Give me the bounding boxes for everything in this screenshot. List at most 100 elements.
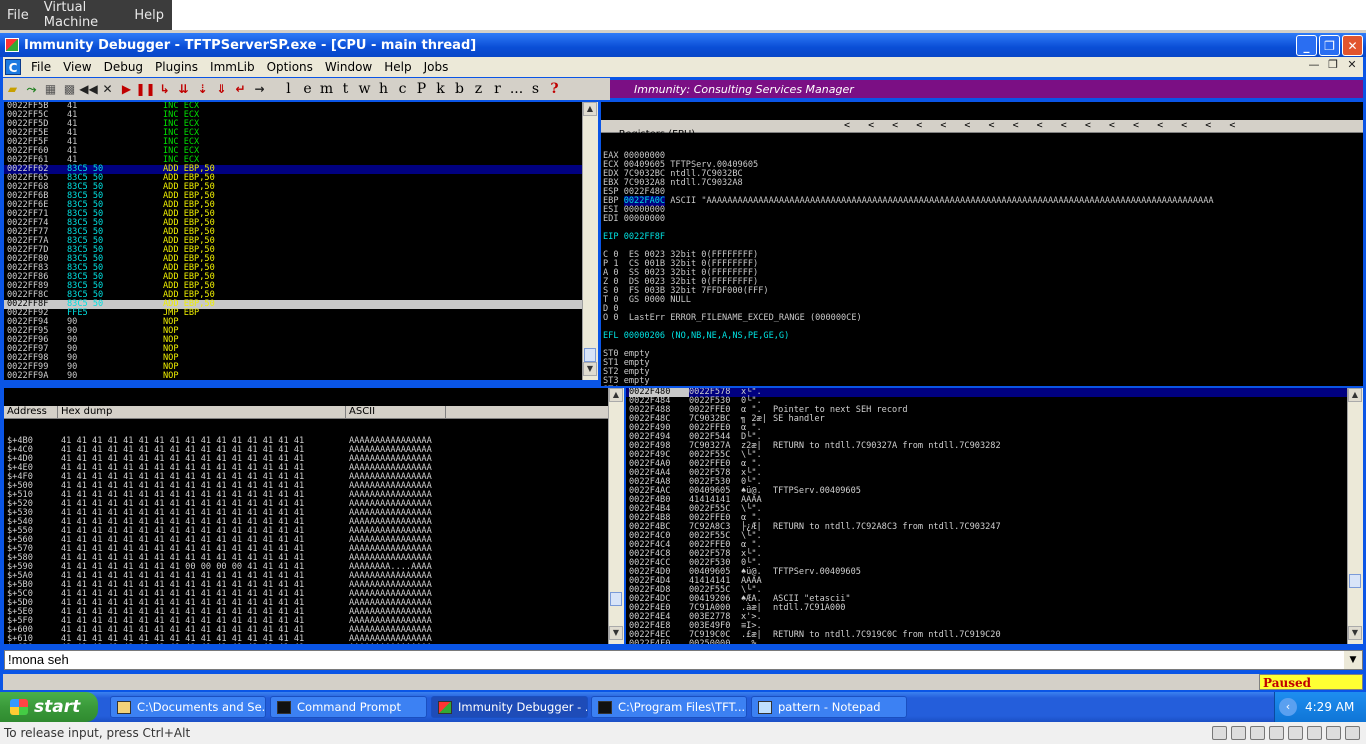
disasm-row[interactable]: 0022FF9A 90 NOP [4, 372, 582, 381]
close-process-icon[interactable]: ▦ [41, 80, 60, 98]
dump-col-ascii[interactable]: ASCII [346, 406, 446, 419]
disasm-row[interactable]: 0022FF5D 41 INC ECX [4, 120, 582, 129]
hdd-icon[interactable] [1212, 726, 1227, 740]
disasm-row[interactable]: 0022FF98 90 NOP [4, 354, 582, 363]
stack-row[interactable]: 0022F4B0 41414141 AAAA [626, 496, 1347, 505]
start-button[interactable]: start [0, 692, 98, 722]
disasm-row[interactable]: 0022FF92 FFE5 JMP EBP [4, 309, 582, 318]
maximize-button[interactable]: ❐ [1319, 35, 1340, 56]
message-icon[interactable] [1345, 726, 1360, 740]
task-notepad[interactable]: pattern - Notepad [751, 696, 907, 718]
cd-icon[interactable] [1231, 726, 1246, 740]
toolbar-letter-k[interactable]: k [431, 81, 450, 97]
menu-options[interactable]: Options [261, 60, 319, 74]
disasm-row[interactable]: 0022FF97 90 NOP [4, 345, 582, 354]
consulting-banner[interactable]: Immunity: Consulting Services Manager [610, 80, 1363, 98]
scroll-up-icon[interactable]: ▲ [609, 388, 623, 402]
disasm-row[interactable]: 0022FF5F 41 INC ECX [4, 138, 582, 147]
step-into-icon[interactable]: ↳ [155, 80, 174, 98]
stack-row[interactable]: 0022F4C8 0022F578 x└". [626, 550, 1347, 559]
stack-row[interactable]: 0022F4A4 0022F578 x└". [626, 469, 1347, 478]
disassembly-scrollbar[interactable]: ▲ ▼ [582, 102, 598, 380]
stack-row[interactable]: 0022F4D4 41414141 AAAA [626, 577, 1347, 586]
toolbar-letter-l[interactable]: l [279, 81, 298, 97]
terminate-icon[interactable]: ▩ [60, 80, 79, 98]
task-program-files[interactable]: C:\Program Files\TFT... [591, 696, 747, 718]
stack-row[interactable]: 0022F4B4 0022F55C \└". [626, 505, 1347, 514]
disasm-row[interactable]: 0022FF99 90 NOP [4, 363, 582, 372]
menu-view[interactable]: View [57, 60, 97, 74]
restart-icon[interactable]: ◀◀ [79, 80, 98, 98]
vm-menu-help[interactable]: Help [127, 8, 172, 23]
disasm-row[interactable]: 0022FF5C 41 INC ECX [4, 111, 582, 120]
clock[interactable]: 4:29 AM [1305, 700, 1354, 714]
stack-row[interactable]: 0022F48C 7C9032BC ╗ 2æ| SE handler [626, 415, 1347, 424]
stack-row[interactable]: 0022F4E4 003E2778 x'>. [626, 613, 1347, 622]
stack-row[interactable]: 0022F4E0 7C91A000 .àæ| ntdll.7C91A000 [626, 604, 1347, 613]
trace-over-icon[interactable]: ⇓ [212, 80, 231, 98]
sound-icon[interactable] [1326, 726, 1341, 740]
toolbar-letter-ellipsis[interactable]: ... [507, 81, 526, 97]
close-icon[interactable]: ✕ [98, 80, 117, 98]
trace-into-icon[interactable]: ⇣ [193, 80, 212, 98]
close-button[interactable]: ✕ [1342, 35, 1363, 56]
dump-col-hex[interactable]: Hex dump [58, 406, 346, 419]
stack-row[interactable]: 0022F4F0 00250000..%. [626, 640, 1347, 645]
stack-row[interactable]: 0022F49C 0022F55C \└". [626, 451, 1347, 460]
disasm-row[interactable]: 0022FF95 90 NOP [4, 327, 582, 336]
stack-scrollbar[interactable]: ▲ ▼ [1347, 388, 1363, 644]
execute-till-return-icon[interactable]: ↵ [231, 80, 250, 98]
toolbar-letter-t[interactable]: t [336, 81, 355, 97]
menu-immlib[interactable]: ImmLib [204, 60, 261, 74]
stack-row[interactable]: 0022F480 0022F578 x└". [626, 388, 1347, 397]
stack-row[interactable]: 0022F4DC 00419206 ♠ÆA. ASCII "etascii" [626, 595, 1347, 604]
stack-row[interactable]: 0022F4C0 0022F55C \└". [626, 532, 1347, 541]
disasm-row[interactable]: 0022FF5E 41 INC ECX [4, 129, 582, 138]
stack-row[interactable]: 0022F4A8 0022F530 0└". [626, 478, 1347, 487]
scroll-down-icon[interactable]: ▼ [1348, 626, 1362, 640]
disasm-row[interactable]: 0022FF94 90 NOP [4, 318, 582, 327]
toolbar-letter-e[interactable]: e [298, 81, 317, 97]
stack-row[interactable]: 0022F4BC 7C92A8C3 ├¿Æ| RETURN to ntdll.7C92… [626, 523, 1347, 532]
toolbar-letter-z[interactable]: z [469, 81, 488, 97]
menu-help[interactable]: Help [378, 60, 417, 74]
usb-icon[interactable] [1288, 726, 1303, 740]
mdi-minimize-button[interactable]: — [1306, 58, 1322, 73]
show-hidden-icons-icon[interactable]: ‹ [1279, 698, 1297, 716]
scroll-up-icon[interactable]: ▲ [1348, 388, 1362, 402]
stack-row[interactable]: 0022F4EC 7C919C0C .£æ| RETURN to ntdll.7C91… [626, 631, 1347, 640]
stack-pane[interactable]: 0022F480 0022F578 x└". 0022F484 0022F530 0└".… [626, 388, 1347, 644]
cpu-window-icon[interactable]: C [5, 59, 21, 75]
mdi-restore-button[interactable]: ❐ [1325, 58, 1341, 73]
title-bar[interactable]: Immunity Debugger - TFTPServerSP.exe - [… [0, 33, 1366, 57]
stack-row[interactable]: 0022F4D8 0022F55C \└". [626, 586, 1347, 595]
scroll-down-icon[interactable]: ▼ [609, 626, 623, 640]
menu-plugins[interactable]: Plugins [149, 60, 204, 74]
scroll-up-icon[interactable]: ▲ [583, 102, 597, 116]
toolbar-letter-m[interactable]: m [317, 81, 336, 97]
stack-row[interactable]: 0022F488 0022FFE0 α ". Pointer to next SEH … [626, 406, 1347, 415]
vm-menu-virtual-machine[interactable]: Virtual Machine [37, 0, 128, 30]
step-over-icon[interactable]: ⇊ [174, 80, 193, 98]
toolbar-letter-p[interactable]: P [412, 81, 431, 97]
disassembly-pane[interactable]: 0022FF5B 41 INC ECX 0022FF5C 41 INC ECX 0022FF… [4, 102, 582, 380]
network-icon[interactable] [1269, 726, 1284, 740]
vm-menu-file[interactable]: File [0, 8, 37, 23]
task-immunity-debugger[interactable]: Immunity Debugger - ... [431, 696, 588, 718]
stack-row[interactable]: 0022F484 0022F530 0└". [626, 397, 1347, 406]
command-dropdown-icon[interactable]: ▼ [1344, 651, 1362, 669]
toolbar-letter-s[interactable]: s [526, 81, 545, 97]
open-icon[interactable]: ▰ [3, 80, 22, 98]
dump-scrollbar[interactable]: ▲ ▼ [608, 388, 624, 644]
scroll-thumb[interactable] [610, 592, 622, 606]
stack-row[interactable]: 0022F4A0 0022FFE0 α ". [626, 460, 1347, 469]
toolbar-letter-b[interactable]: b [450, 81, 469, 97]
stack-row[interactable]: 0022F498 7C90327A z2æ| RETURN to ntdll.7C90… [626, 442, 1347, 451]
hex-dump-pane[interactable]: Address Hex dump ASCII $+4B0 41 41 41 41 … [4, 388, 608, 644]
pause-icon[interactable]: ❚❚ [135, 80, 155, 98]
run-icon[interactable]: ▶ [117, 80, 136, 98]
minimize-button[interactable]: _ [1296, 35, 1317, 56]
stack-row[interactable]: 0022F4D0 00409605 ♠ü@. TFTPServ.00409605 [626, 568, 1347, 577]
task-command-prompt[interactable]: Command Prompt [270, 696, 427, 718]
registers-arrows[interactable]: < < < < < < < < < < < < < < < < < [841, 120, 1235, 133]
